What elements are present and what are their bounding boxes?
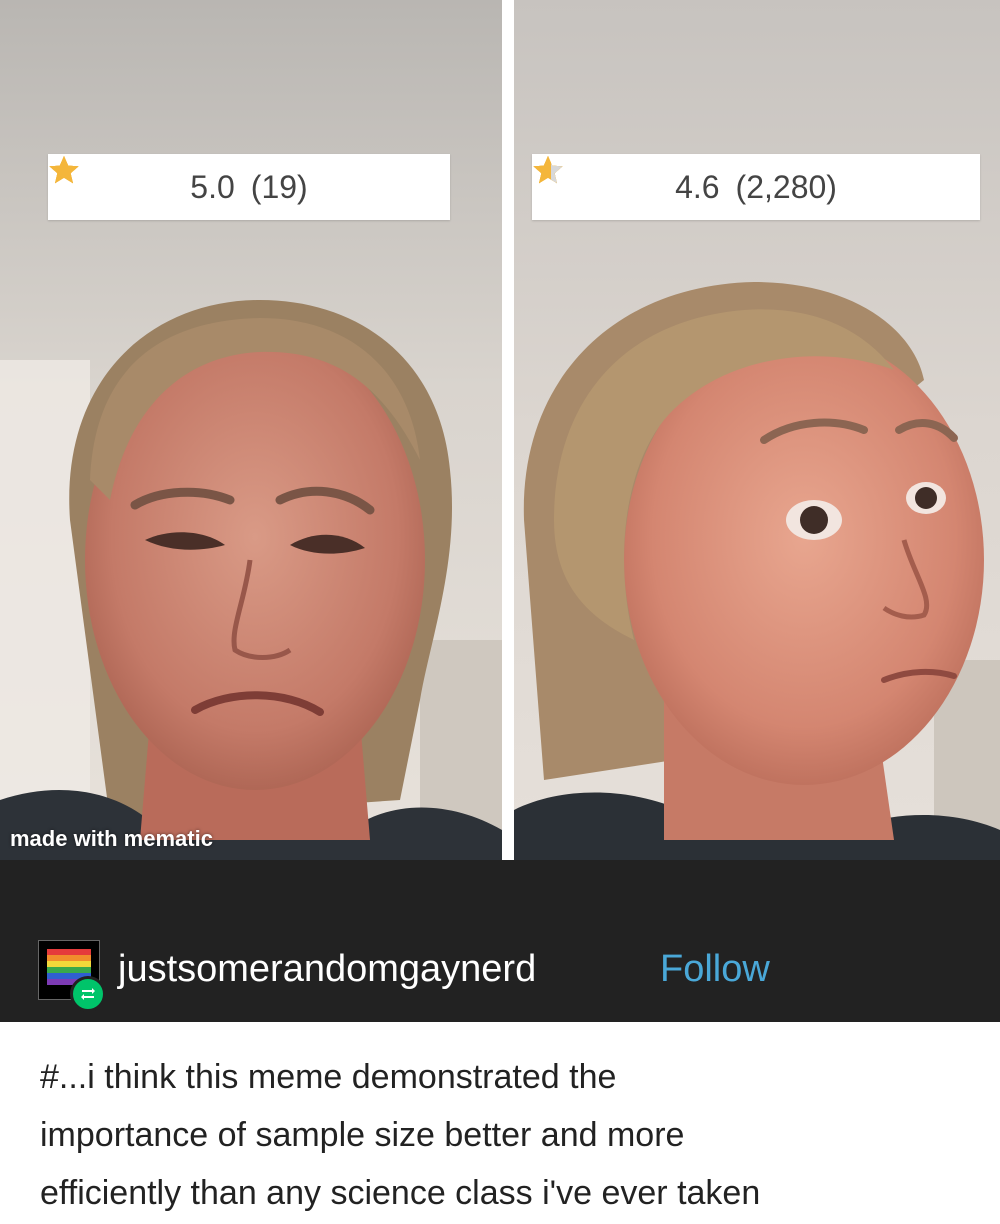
tag-line[interactable]: #...i think this meme demonstrated the bbox=[40, 1048, 960, 1106]
post-header-bar bbox=[0, 860, 1000, 1022]
right-rating-value: 4.6 bbox=[675, 168, 720, 205]
left-rating-value: 5.0 bbox=[190, 168, 235, 205]
post-username[interactable]: justsomerandomgaynerd bbox=[118, 948, 536, 991]
reblog-arrows-icon bbox=[81, 988, 95, 1000]
left-panel: 5.0 (19) made with mematic bbox=[0, 0, 502, 860]
left-photo bbox=[0, 0, 502, 860]
follow-button[interactable]: Follow bbox=[660, 948, 770, 991]
right-star-icon bbox=[533, 156, 563, 184]
right-rating-count: (2,280) bbox=[735, 168, 837, 205]
left-rating-box: 5.0 (19) bbox=[48, 154, 450, 220]
tag-line[interactable]: importance of sample size better and mor… bbox=[40, 1106, 960, 1164]
meme-image: 5.0 (19) made with mematic 4.6 (2,280) bbox=[0, 0, 1000, 860]
tag-line[interactable]: efficiently than any science class i've … bbox=[40, 1164, 960, 1222]
right-panel: 4.6 (2,280) bbox=[514, 0, 1000, 860]
left-rating-count: (19) bbox=[250, 168, 308, 205]
right-rating-box: 4.6 (2,280) bbox=[532, 154, 980, 220]
mematic-watermark: made with mematic bbox=[10, 826, 213, 851]
reblog-icon bbox=[70, 976, 106, 1012]
left-star-icon bbox=[49, 156, 79, 184]
post-tags: #...i think this meme demonstrated the i… bbox=[40, 1048, 960, 1222]
right-photo bbox=[514, 0, 1000, 860]
